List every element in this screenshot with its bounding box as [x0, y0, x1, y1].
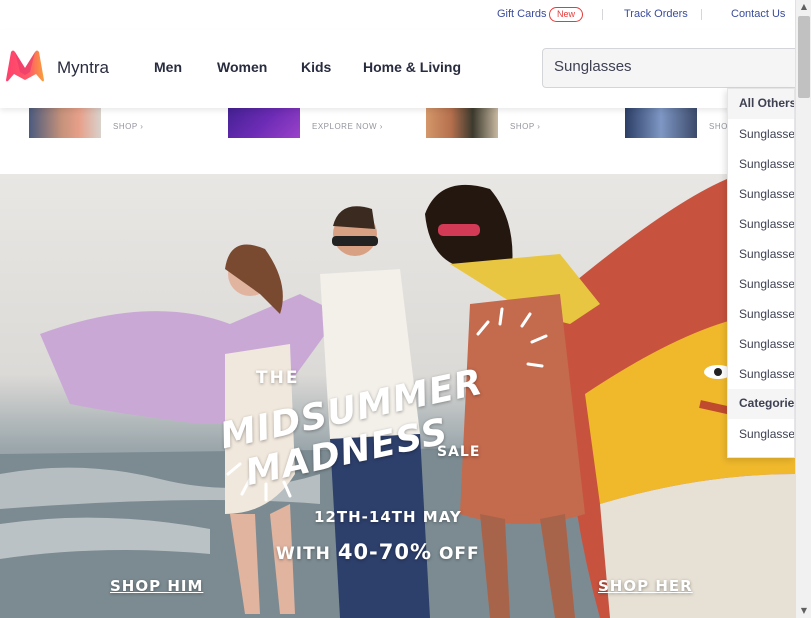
- suggestion-item[interactable]: Sunglasses: [728, 149, 794, 179]
- promo-link[interactable]: SHOP ›: [113, 122, 143, 131]
- divider: [701, 9, 702, 20]
- promo-link[interactable]: SHO: [709, 122, 728, 131]
- myntra-page: Gift Cards New Track Orders Contact Us S…: [0, 0, 811, 618]
- utility-bar: Gift Cards New Track Orders Contact Us: [0, 0, 795, 30]
- suggestion-item[interactable]: Sunglasses: [728, 119, 794, 149]
- nav-home-living[interactable]: Home & Living: [363, 59, 461, 75]
- nav-women[interactable]: Women: [217, 59, 267, 75]
- banner-the: THE: [256, 368, 300, 388]
- scroll-thumb[interactable]: [798, 16, 810, 98]
- nav-men[interactable]: Men: [154, 59, 182, 75]
- suggestion-item[interactable]: Sunglasses: [728, 299, 794, 329]
- brand-name[interactable]: Myntra: [57, 58, 109, 78]
- suggestion-item[interactable]: Sunglasses: [728, 269, 794, 299]
- suggestion-item[interactable]: Sunglasses: [728, 179, 794, 209]
- banner-dates: 12TH-14TH MAY: [314, 508, 462, 526]
- promo-link[interactable]: SHOP ›: [510, 122, 540, 131]
- search-suggestions-dropdown: All Others Sunglasses Sunglasses Sunglas…: [727, 88, 795, 458]
- banner-offer: WITH 40-70% OFF: [276, 540, 480, 564]
- nav-kids[interactable]: Kids: [301, 59, 331, 75]
- contact-us-link[interactable]: Contact Us: [731, 8, 785, 20]
- scroll-up-arrow-icon[interactable]: ▲: [796, 0, 811, 14]
- offer-range: 40-70%: [337, 540, 433, 564]
- offer-suffix: OFF: [432, 544, 480, 564]
- scroll-down-arrow-icon[interactable]: ▼: [796, 604, 811, 618]
- main-header: Myntra Men Women Kids Home & Living Sung…: [0, 30, 802, 108]
- suggestion-item[interactable]: Sunglasses: [728, 239, 794, 269]
- suggestion-item[interactable]: Sunglasses: [728, 329, 794, 359]
- myntra-logo-icon[interactable]: [2, 48, 48, 84]
- hero-banner[interactable]: THE MIDSUMMER MADNESS SALE 12TH-14TH MAY…: [0, 174, 795, 618]
- track-orders-link[interactable]: Track Orders: [624, 8, 688, 20]
- divider: [602, 9, 603, 20]
- suggestion-item[interactable]: Sunglasses: [728, 209, 794, 239]
- gift-cards-link[interactable]: Gift Cards: [497, 8, 547, 20]
- search-input[interactable]: Sunglasses: [542, 48, 802, 88]
- page-scrollbar[interactable]: ▲ ▼: [795, 0, 811, 618]
- offer-prefix: WITH: [276, 544, 338, 564]
- suggestion-item[interactable]: Sunglasses: [728, 419, 794, 449]
- new-badge: New: [549, 7, 584, 22]
- suggestion-group-header: Categories: [728, 389, 794, 419]
- shop-him-button[interactable]: SHOP HIM: [110, 577, 203, 595]
- banner-sale: SALE: [437, 444, 481, 460]
- promo-link[interactable]: EXPLORE NOW ›: [312, 122, 383, 131]
- shop-her-button[interactable]: SHOP HER: [598, 577, 693, 595]
- suggestion-group-header: All Others: [728, 89, 794, 119]
- suggestion-item[interactable]: Sunglasses: [728, 359, 794, 389]
